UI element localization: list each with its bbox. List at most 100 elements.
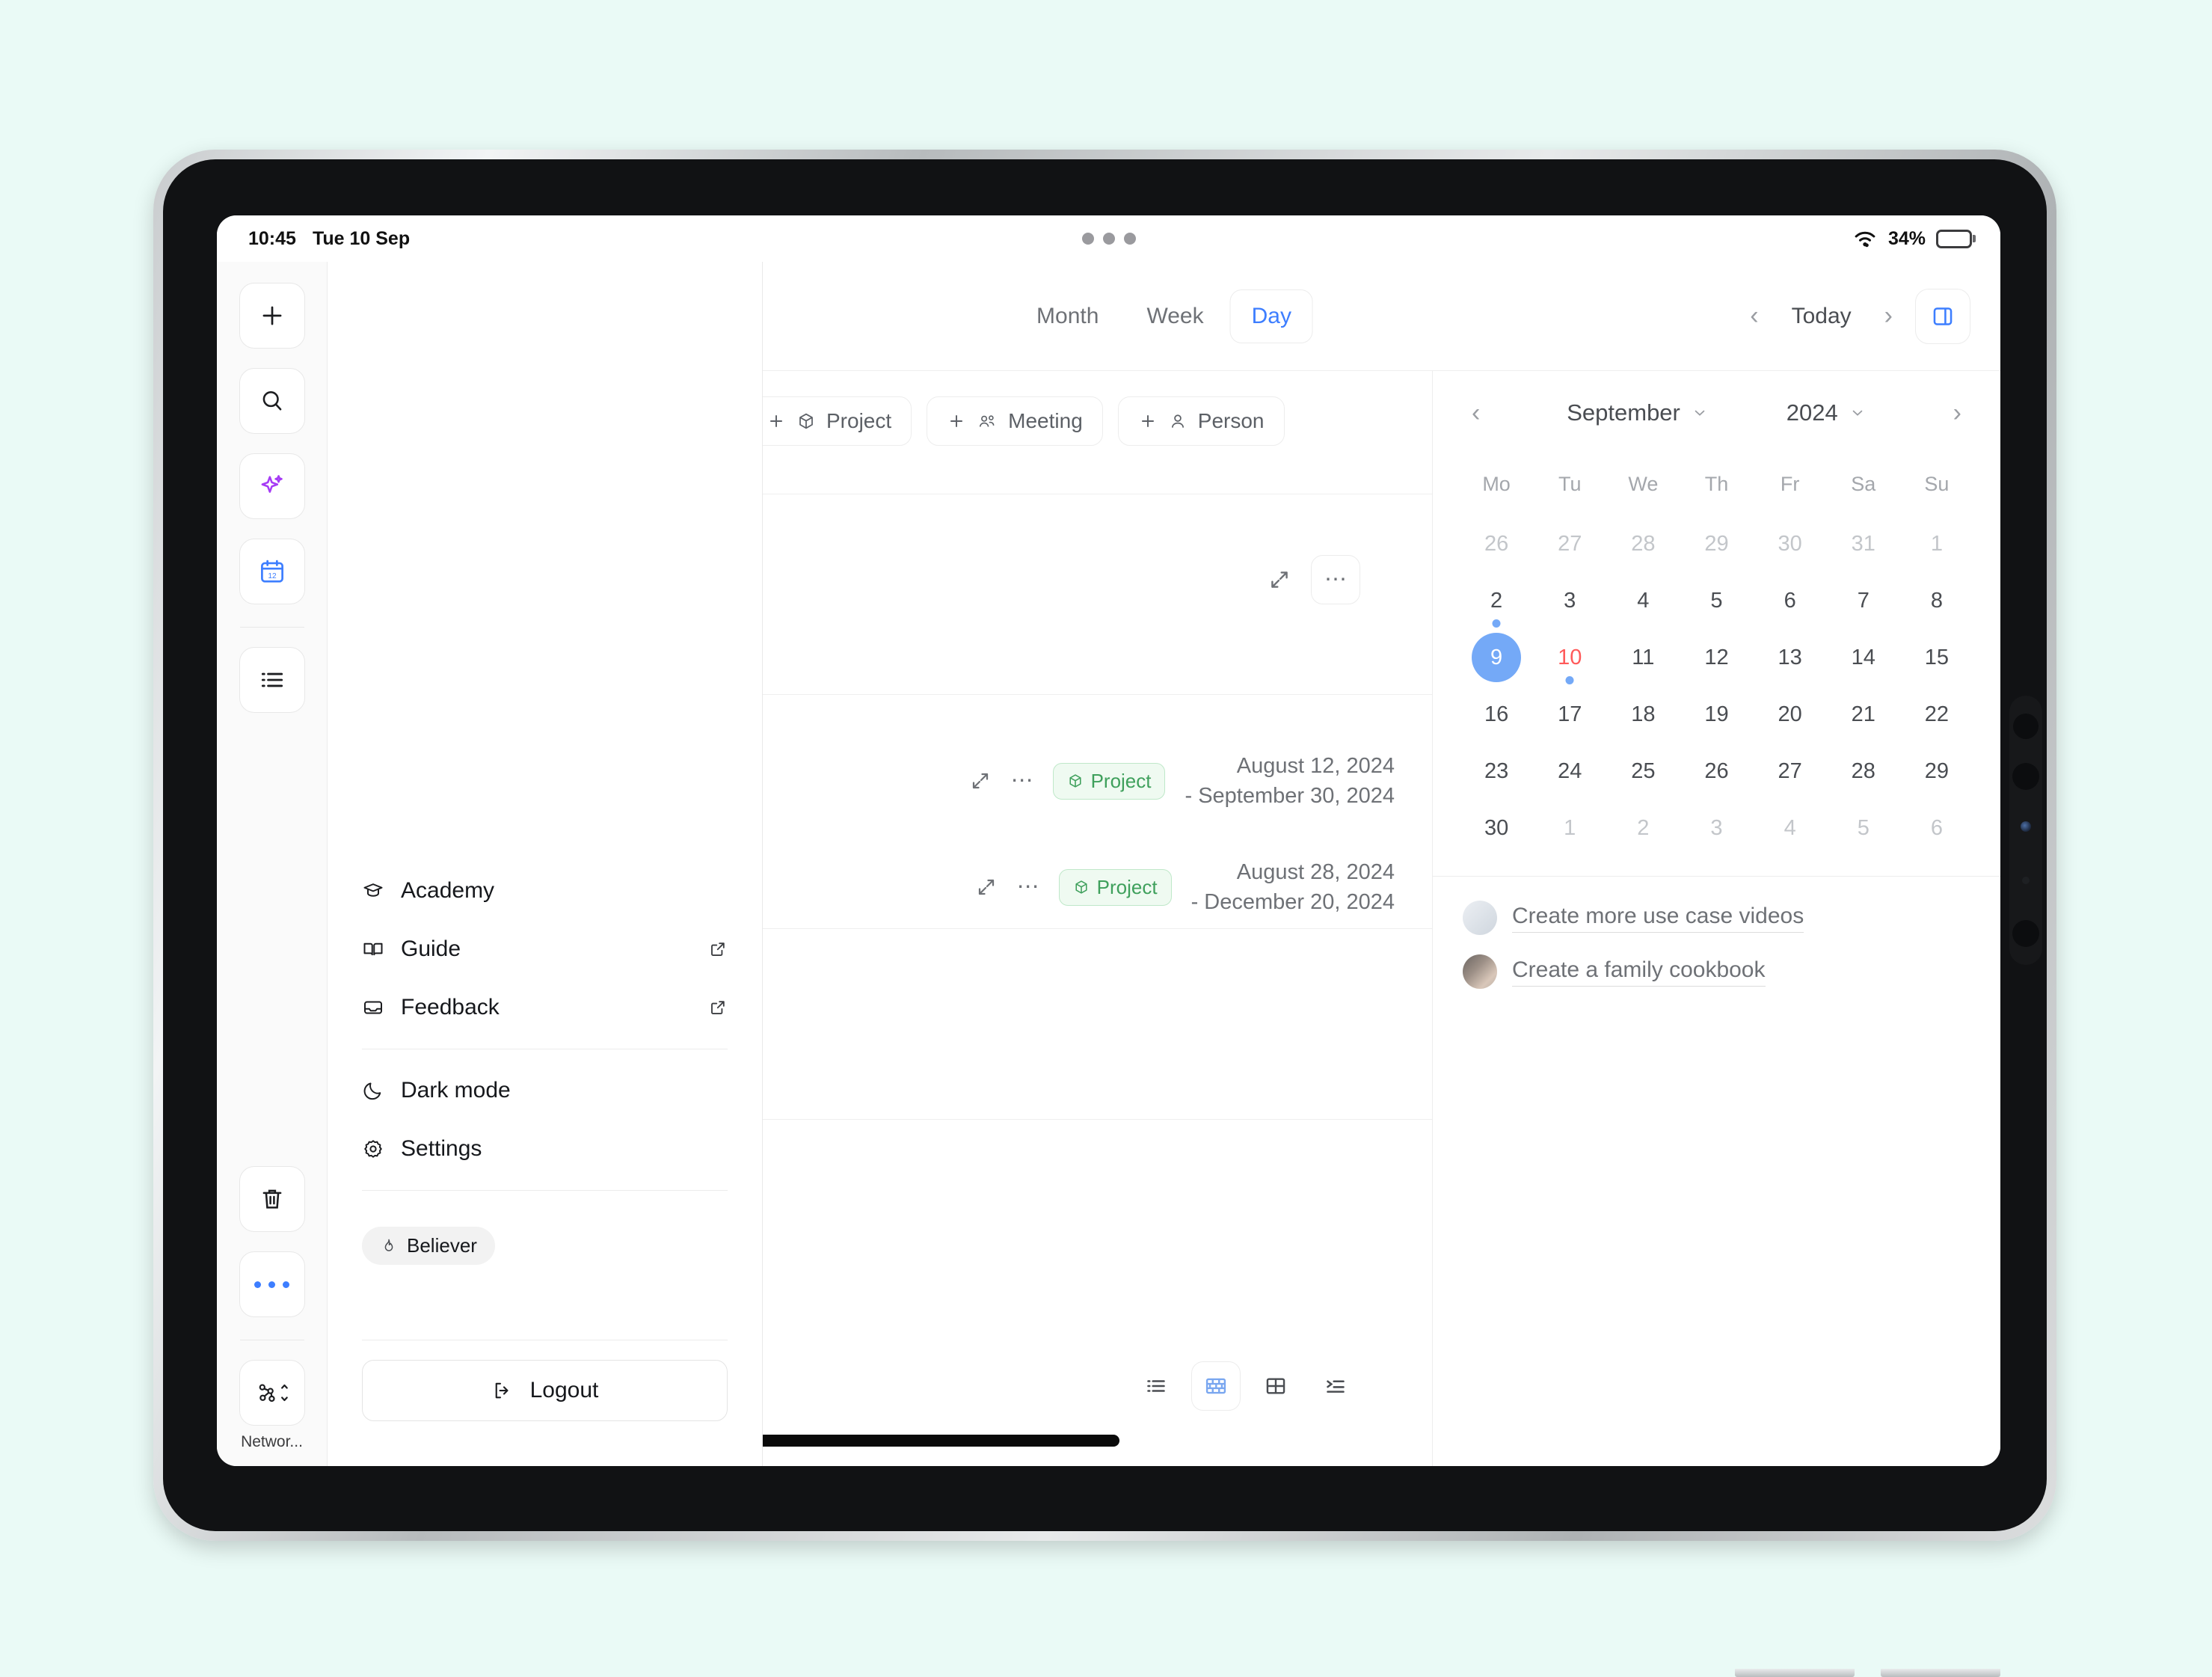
calendar-day-cell[interactable]: 11 bbox=[1606, 629, 1680, 686]
list-view-button[interactable] bbox=[1131, 1361, 1181, 1411]
menu-item-academy[interactable]: Academy bbox=[362, 862, 728, 920]
expand-icon[interactable] bbox=[975, 876, 998, 898]
calendar-day-cell[interactable]: 5 bbox=[1827, 800, 1900, 856]
calendar-day-cell[interactable]: 6 bbox=[1900, 800, 1973, 856]
calendar-day-cell[interactable]: 3 bbox=[1680, 800, 1753, 856]
chevron-left-icon[interactable]: ‹ bbox=[1741, 297, 1767, 335]
calendar-day-cell[interactable]: 26 bbox=[1680, 743, 1753, 800]
year-selector[interactable]: 2024 bbox=[1787, 399, 1867, 426]
calendar-day-cell[interactable]: 20 bbox=[1754, 686, 1827, 743]
calendar-day-cell[interactable]: 4 bbox=[1754, 800, 1827, 856]
today-button[interactable]: Today bbox=[1781, 296, 1862, 337]
expand-icon[interactable] bbox=[1268, 568, 1291, 592]
calendar-day-cell[interactable]: 23 bbox=[1460, 743, 1533, 800]
calendar-day-cell[interactable]: 5 bbox=[1680, 572, 1753, 629]
calendar-day-cell[interactable]: 4 bbox=[1606, 572, 1680, 629]
row-kebab-button[interactable]: ⋯ bbox=[1017, 883, 1039, 892]
calendar-day-number: 30 bbox=[1484, 816, 1508, 841]
calendar-day-cell[interactable]: 12 bbox=[1680, 629, 1753, 686]
add-meeting-chip[interactable]: Meeting bbox=[927, 396, 1103, 446]
expand-icon[interactable] bbox=[969, 770, 992, 792]
calendar-day-cell[interactable]: 6 bbox=[1754, 572, 1827, 629]
row-kebab-button[interactable]: ⋯ bbox=[1011, 776, 1033, 785]
calendar-day-cell[interactable]: 18 bbox=[1606, 686, 1680, 743]
calendar-day-cell[interactable]: 2 bbox=[1606, 800, 1680, 856]
calendar-day-number: 26 bbox=[1704, 759, 1728, 784]
calendar-day-cell[interactable]: 31 bbox=[1827, 515, 1900, 572]
calendar-day-number: 2 bbox=[1637, 816, 1649, 841]
calendar-day-cell[interactable]: 21 bbox=[1827, 686, 1900, 743]
menu-item-dark-mode[interactable]: Dark mode bbox=[362, 1061, 728, 1120]
board-view-button[interactable] bbox=[1191, 1361, 1241, 1411]
multitask-handle-icon[interactable] bbox=[1082, 233, 1136, 245]
calendar-day-cell[interactable]: 22 bbox=[1900, 686, 1973, 743]
calendar-week-row: 30 1 2 3 4 56 bbox=[1460, 800, 1973, 856]
menu-item-guide[interactable]: Guide bbox=[362, 920, 728, 978]
calendar-day-number: 18 bbox=[1631, 702, 1655, 727]
calendar-day-cell[interactable]: 16 bbox=[1460, 686, 1533, 743]
chevron-left-icon[interactable]: ‹ bbox=[1463, 394, 1489, 432]
calendar-day-cell[interactable]: 25 bbox=[1606, 743, 1680, 800]
tab-month[interactable]: Month bbox=[1015, 289, 1120, 343]
plan-badge-label: Believer bbox=[407, 1234, 477, 1257]
table-row[interactable]: ⋯ Project August 12, 2024 - Septembe bbox=[969, 751, 1395, 811]
calendar-day-cell[interactable]: 9 bbox=[1460, 629, 1533, 686]
new-button[interactable] bbox=[239, 283, 305, 349]
calendar-day-cell[interactable]: 27 bbox=[1533, 515, 1606, 572]
calendar-day-cell[interactable]: 8 bbox=[1900, 572, 1973, 629]
calendar-day-cell[interactable]: 30 bbox=[1460, 800, 1533, 856]
tab-day[interactable]: Day bbox=[1230, 289, 1313, 343]
trash-button[interactable] bbox=[239, 1166, 305, 1232]
more-button[interactable] bbox=[239, 1251, 305, 1317]
card-kebab-button[interactable]: ⋯ bbox=[1311, 555, 1360, 604]
list-item[interactable]: Create more use case videos bbox=[1463, 901, 1970, 935]
chevron-right-icon[interactable]: › bbox=[1944, 394, 1970, 432]
calendar-day-cell[interactable]: 26 bbox=[1460, 515, 1533, 572]
grid-view-button[interactable] bbox=[1251, 1361, 1300, 1411]
calendar-button[interactable]: 12 bbox=[239, 539, 305, 604]
calendar-day-cell[interactable]: 19 bbox=[1680, 686, 1753, 743]
calendar-day-number: 21 bbox=[1852, 702, 1875, 727]
calendar-day-cell[interactable]: 29 bbox=[1900, 743, 1973, 800]
menu-item-feedback[interactable]: Feedback bbox=[362, 978, 728, 1037]
calendar-day-cell[interactable]: 14 bbox=[1827, 629, 1900, 686]
calendar-day-number: 11 bbox=[1632, 646, 1654, 670]
list-item[interactable]: Create a family cookbook bbox=[1463, 954, 1970, 989]
right-panel-toggle-button[interactable] bbox=[1915, 289, 1970, 344]
outline-view-button[interactable] bbox=[1311, 1361, 1360, 1411]
search-button[interactable] bbox=[239, 368, 305, 434]
calendar-day-cell[interactable]: 29 bbox=[1680, 515, 1753, 572]
menu-item-settings[interactable]: Settings bbox=[362, 1120, 728, 1178]
right-calendar-panel: ‹ September 2024 bbox=[1432, 371, 2000, 1466]
month-selector[interactable]: September bbox=[1567, 399, 1709, 426]
calendar-day-number: 4 bbox=[1784, 816, 1796, 841]
add-person-chip[interactable]: Person bbox=[1118, 396, 1285, 446]
calendar-day-cell[interactable]: 17 bbox=[1533, 686, 1606, 743]
list-button[interactable] bbox=[239, 647, 305, 713]
calendar-day-cell[interactable]: 7 bbox=[1827, 572, 1900, 629]
calendar-day-cell[interactable]: 3 bbox=[1533, 572, 1606, 629]
menu-item-label: Guide bbox=[401, 936, 461, 962]
calendar-day-cell[interactable]: 1 bbox=[1533, 800, 1606, 856]
calendar-day-cell[interactable]: 28 bbox=[1827, 743, 1900, 800]
month-label: September bbox=[1567, 399, 1680, 426]
table-row[interactable]: ⋯ Project August 28, 2024 - December bbox=[975, 857, 1395, 917]
calendar-day-cell[interactable]: 15 bbox=[1900, 629, 1973, 686]
add-project-chip[interactable]: Project bbox=[746, 396, 912, 446]
calendar-day-cell[interactable]: 2 bbox=[1460, 572, 1533, 629]
ai-button[interactable] bbox=[239, 453, 305, 519]
chevron-right-icon[interactable]: › bbox=[1875, 297, 1902, 335]
network-switcher-button[interactable] bbox=[239, 1360, 305, 1426]
calendar-day-number: 9 bbox=[1472, 633, 1521, 682]
calendar-day-cell[interactable]: 24 bbox=[1533, 743, 1606, 800]
calendar-day-cell[interactable]: 13 bbox=[1754, 629, 1827, 686]
logout-button[interactable]: Logout bbox=[362, 1360, 728, 1421]
calendar-day-cell[interactable]: 28 bbox=[1606, 515, 1680, 572]
tab-week[interactable]: Week bbox=[1125, 289, 1225, 343]
calendar-day-number: 15 bbox=[1925, 646, 1949, 670]
calendar-day-cell[interactable]: 1 bbox=[1900, 515, 1973, 572]
calendar-day-cell[interactable]: 10 bbox=[1533, 629, 1606, 686]
chip-label: Project bbox=[826, 409, 891, 433]
calendar-day-cell[interactable]: 27 bbox=[1754, 743, 1827, 800]
calendar-day-cell[interactable]: 30 bbox=[1754, 515, 1827, 572]
